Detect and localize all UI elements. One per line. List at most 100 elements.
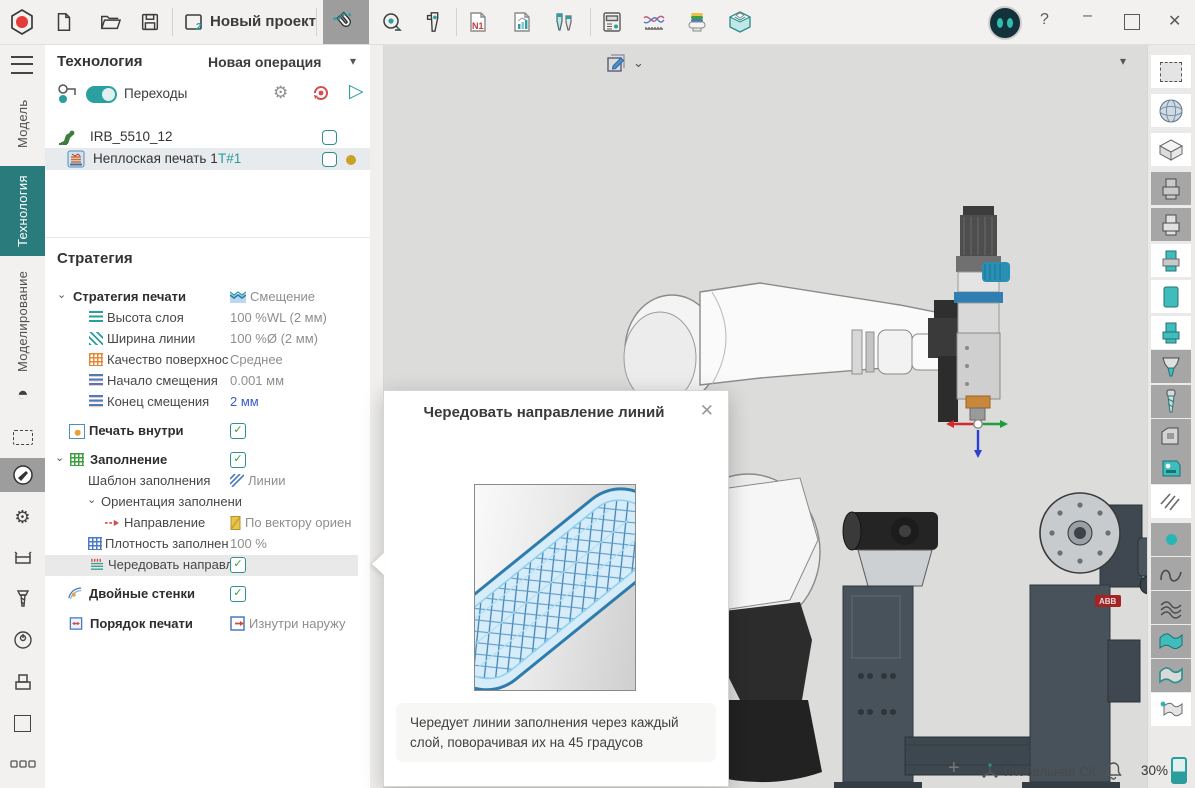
filament-level-icon[interactable] [1171,757,1187,784]
chevron-down-icon[interactable]: ⌄ [55,451,64,464]
puck-outline-icon[interactable] [1151,172,1191,205]
maximize-button[interactable] [1124,14,1140,30]
tab-modeling[interactable]: Моделирование [0,258,45,385]
param-row-print-strategy[interactable]: ⌄ Стратегия печати Смещение [45,287,358,308]
box-view-icon[interactable] [1151,133,1191,166]
param-row-infill[interactable]: ⌄ Заполнение ✓ [45,450,358,471]
new-document-button[interactable] [48,6,80,38]
svg-text:2: 2 [196,22,202,33]
param-row-double-walls[interactable]: Двойные стенки ✓ [45,584,358,605]
gear-icon[interactable]: ⚙ [273,83,288,103]
tool-icon[interactable] [0,582,45,616]
project-name[interactable]: Новый проект [210,13,316,30]
transitions-toggle[interactable] [86,86,117,103]
menu-icon[interactable] [11,56,33,74]
measure-tape-button[interactable] [376,6,408,38]
assistant-icon[interactable] [988,6,1022,40]
visibility-checkbox[interactable] [322,152,337,167]
chevron-down-icon[interactable]: ⌄ [87,493,96,506]
bell-icon[interactable] [1105,761,1122,780]
puck-solid-icon[interactable] [1151,208,1191,241]
calculator-button[interactable] [596,6,628,38]
surface-gray-icon[interactable] [1151,659,1191,692]
csys-selector[interactable]: Глобальная СК [1004,764,1096,779]
chevron-down-icon[interactable]: ⌄ [57,288,66,301]
tree-row-operation[interactable]: Неплоская печать 1 T#1 [45,148,370,170]
status-dot [346,155,356,165]
param-row-offset-end[interactable]: Конец смещения 2 мм [45,392,358,413]
recalculate-icon[interactable] [311,83,331,103]
cylinder-icon[interactable] [1151,280,1191,313]
viewport-edit-dropdown[interactable]: ⌄ [605,52,644,74]
tab-technology[interactable]: Технология [0,166,45,256]
graphs-button[interactable] [638,6,670,38]
report-button[interactable] [506,6,538,38]
workpiece-icon[interactable]: ◐ [0,378,45,412]
minimize-button[interactable]: – [1083,7,1092,25]
tools-button[interactable] [548,6,580,38]
paint-icon[interactable] [0,458,45,492]
param-row-line-width[interactable]: Ширина линии 100 %Ø (2 мм) [45,329,358,350]
play-icon[interactable]: ▷ [349,80,364,103]
panel-resize-handle[interactable] [370,44,384,788]
sphere-view-icon[interactable] [1151,94,1191,127]
point-icon[interactable] [1151,523,1191,556]
machine-setup-icon[interactable] [0,541,45,575]
viewport-dropdown-arrow[interactable]: ▾ [1120,54,1126,68]
puck-teal-icon[interactable] [1151,350,1191,383]
cylinder-band-icon[interactable] [1151,244,1191,277]
fixture-teal-icon[interactable] [1151,451,1191,484]
hatch-icon[interactable] [1151,485,1191,518]
checkbox-checked[interactable]: ✓ [230,452,246,468]
visibility-checkbox[interactable] [322,130,337,145]
magnet-snap-button-active[interactable] [323,0,369,44]
param-row-infill-orientation[interactable]: ⌄ Ориентация заполнени [45,492,358,513]
new-operation-button[interactable]: Новая операция [208,54,321,70]
pages-icon[interactable] [0,747,45,781]
stock-icon[interactable] [0,706,45,740]
param-row-layer-height[interactable]: Высота слоя 100 %WL (2 мм) [45,308,358,329]
machining-cube-button[interactable] [724,6,756,38]
curve-icon[interactable] [1151,557,1191,590]
nc-program-button[interactable]: N1 [462,6,494,38]
checkbox-checked[interactable]: ✓ [230,557,246,573]
param-row-infill-density[interactable]: Плотность заполнен 100 % [45,534,358,555]
print-layers-button[interactable] [681,6,713,38]
drill-icon[interactable] [1151,385,1191,418]
line-width-icon [89,332,103,345]
gauge-icon[interactable] [0,623,45,657]
param-row-print-order[interactable]: Порядок печати Изнутри наружу [45,614,358,635]
printer-icon[interactable] [0,665,45,699]
surface-teal-icon[interactable] [1151,625,1191,658]
chevron-down-icon[interactable]: ▾ [350,54,356,68]
param-row-infill-pattern[interactable]: Шаблон заполнения Линии [45,471,358,492]
plus-icon[interactable]: + [948,757,960,780]
save-button[interactable] [134,6,166,38]
surfaces-icon[interactable] [1151,591,1191,624]
zoom-level[interactable]: 30% [1141,763,1168,778]
toolbar-separator [456,8,457,36]
open-folder-button[interactable] [94,6,126,38]
param-row-offset-start[interactable]: Начало смещения 0.001 мм [45,371,358,392]
settings-icon[interactable]: ⚙ [0,500,45,534]
checkbox-checked[interactable]: ✓ [230,586,246,602]
param-row-print-inside[interactable]: Печать внутри ✓ [45,421,358,442]
csys-triad-icon[interactable] [981,762,999,780]
close-icon[interactable]: ✕ [700,401,714,421]
fit-view-icon[interactable] [1151,55,1191,88]
fixture-icon[interactable] [1151,419,1191,452]
project-tab-icon[interactable]: 2 [178,6,210,38]
transitions-icon[interactable] [57,83,81,105]
close-button[interactable]: ✕ [1168,11,1181,31]
param-row-direction[interactable]: Направление По вектору ориен [45,513,358,534]
caliper-button[interactable] [418,6,450,38]
param-row-alternate-direction[interactable]: Чередовать направл ✓ [45,555,358,576]
flag-icon[interactable] [1151,693,1191,726]
param-row-surface-quality[interactable]: Качество поверхнос Среднее [45,350,358,371]
cylinder-band2-icon[interactable] [1151,316,1191,349]
tab-model[interactable]: Модель [0,85,45,162]
checkbox-checked[interactable]: ✓ [230,423,246,439]
selection-icon[interactable] [0,420,45,454]
tree-row-robot[interactable]: IRB_5510_12 [45,126,370,148]
help-button[interactable]: ? [1040,11,1049,29]
